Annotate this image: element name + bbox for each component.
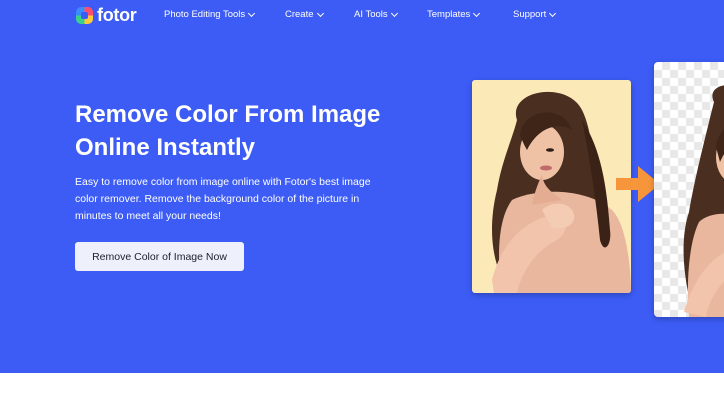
- chevron-down-icon: [316, 9, 324, 17]
- original-photo: [472, 80, 631, 293]
- fotor-logo[interactable]: fotor: [76, 5, 137, 26]
- page-bottom-area: [0, 373, 724, 406]
- nav-item-label: Templates: [427, 9, 471, 20]
- nav-item-create[interactable]: Create: [285, 9, 324, 20]
- nav-item-support[interactable]: Support: [513, 9, 557, 20]
- nav-item-templates[interactable]: Templates: [427, 9, 481, 20]
- remove-color-cta-button[interactable]: Remove Color of Image Now: [75, 242, 244, 271]
- hero-section: fotor Photo Editing Tools Create AI Tool…: [0, 0, 724, 373]
- page-title-line-2: Online Instantly: [75, 134, 256, 161]
- nav-item-ai-tools[interactable]: AI Tools: [354, 9, 398, 20]
- hero-description: Easy to remove color from image online w…: [75, 176, 371, 222]
- page-title: Remove Color From Image Online Instantly: [75, 98, 435, 164]
- nav-item-label: Support: [513, 9, 547, 20]
- page-title-line-1: Remove Color From Image: [75, 101, 381, 128]
- chevron-down-icon: [390, 9, 398, 17]
- woman-photo-illustration: [492, 91, 631, 293]
- woman-cutout-illustration: [683, 85, 724, 317]
- nav-item-photo-editing-tools[interactable]: Photo Editing Tools: [164, 9, 256, 20]
- logo-text: fotor: [97, 5, 137, 25]
- chevron-down-icon: [549, 9, 557, 17]
- result-photo-transparent: [654, 62, 724, 317]
- chevron-down-icon: [473, 9, 481, 17]
- nav-item-label: Photo Editing Tools: [164, 9, 246, 20]
- fotor-logo-icon: [76, 7, 93, 24]
- top-nav: fotor Photo Editing Tools Create AI Tool…: [0, 0, 724, 30]
- nav-item-label: AI Tools: [354, 9, 388, 20]
- nav-item-label: Create: [285, 9, 314, 20]
- chevron-down-icon: [248, 9, 256, 17]
